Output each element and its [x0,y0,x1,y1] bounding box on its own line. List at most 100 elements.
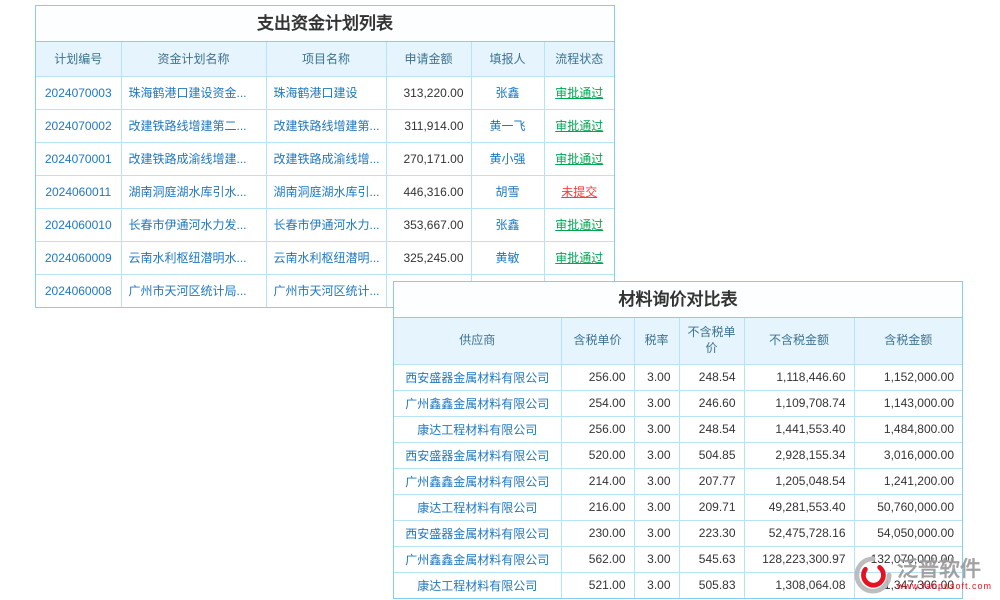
taxed-amount-cell: 1,484,800.00 [854,416,962,442]
apply-amount-cell: 325,245.00 [386,241,471,274]
supplier-cell[interactable]: 西安盛器金属材料有限公司 [394,520,561,546]
untaxed-amount-cell: 52,475,728.16 [744,520,854,546]
taxed-unit-price-cell: 256.00 [561,364,634,390]
material-header-row: 供应商 含税单价 税率 不含税单价 不含税金额 含税金额 [394,318,962,364]
col-header-flow-status: 流程状态 [544,42,614,76]
tax-rate-cell: 3.00 [634,520,679,546]
table-row: 广州鑫鑫金属材料有限公司254.003.00246.601,109,708.74… [394,390,962,416]
fund-plan-table-body: 2024070003珠海鹤港口建设资金...珠海鹤港口建设313,220.00张… [36,76,614,307]
project-name-cell[interactable]: 广州市天河区统计... [266,274,386,307]
untaxed-amount-cell: 1,109,708.74 [744,390,854,416]
project-name-cell[interactable]: 湖南洞庭湖水库引... [266,175,386,208]
untaxed-unit-price-cell: 545.63 [679,546,744,572]
untaxed-amount-cell: 1,441,553.40 [744,416,854,442]
plan-id-cell[interactable]: 2024070003 [36,76,121,109]
table-row: 2024060009云南水利枢纽潜明水...云南水利枢纽潜明...325,245… [36,241,614,274]
col-header-plan-id: 计划编号 [36,42,121,76]
fanpu-watermark-text: 泛普软件 www.fanpusoft.com [897,559,992,591]
plan-id-cell[interactable]: 2024060008 [36,274,121,307]
project-name-cell[interactable]: 长春市伊通河水力... [266,208,386,241]
supplier-cell[interactable]: 西安盛器金属材料有限公司 [394,442,561,468]
fund-plan-panel: 支出资金计划列表 计划编号 资金计划名称 项目名称 申请金额 填报人 流程状态 … [35,5,615,308]
supplier-cell[interactable]: 广州鑫鑫金属材料有限公司 [394,390,561,416]
fund-plan-name-cell[interactable]: 湖南洞庭湖水库引水... [121,175,266,208]
taxed-amount-cell: 1,143,000.00 [854,390,962,416]
untaxed-unit-price-cell: 248.54 [679,416,744,442]
untaxed-unit-price-cell: 505.83 [679,572,744,598]
fanpu-brand-name: 泛普软件 [897,559,992,581]
apply-amount-cell: 270,171.00 [386,142,471,175]
fanpu-logo-icon [854,556,892,594]
plan-id-cell[interactable]: 2024070001 [36,142,121,175]
fund-plan-name-cell[interactable]: 珠海鹤港口建设资金... [121,76,266,109]
table-row: 2024070003珠海鹤港口建设资金...珠海鹤港口建设313,220.00张… [36,76,614,109]
reporter-cell[interactable]: 黄小强 [471,142,544,175]
status-cell[interactable]: 审批通过 [544,142,614,175]
status-cell[interactable]: 审批通过 [544,109,614,142]
status-cell[interactable]: 审批通过 [544,208,614,241]
status-link[interactable]: 审批通过 [555,86,603,100]
taxed-amount-cell: 54,050,000.00 [854,520,962,546]
taxed-unit-price-cell: 214.00 [561,468,634,494]
taxed-unit-price-cell: 216.00 [561,494,634,520]
status-link[interactable]: 审批通过 [555,218,603,232]
taxed-unit-price-cell: 256.00 [561,416,634,442]
plan-id-cell[interactable]: 2024060009 [36,241,121,274]
reporter-cell[interactable]: 张鑫 [471,76,544,109]
status-link[interactable]: 审批通过 [555,152,603,166]
fund-plan-name-cell[interactable]: 云南水利枢纽潜明水... [121,241,266,274]
tax-rate-cell: 3.00 [634,416,679,442]
untaxed-amount-cell: 2,928,155.34 [744,442,854,468]
plan-id-cell[interactable]: 2024060010 [36,208,121,241]
reporter-cell[interactable]: 黄敏 [471,241,544,274]
supplier-cell[interactable]: 广州鑫鑫金属材料有限公司 [394,546,561,572]
supplier-cell[interactable]: 康达工程材料有限公司 [394,494,561,520]
taxed-unit-price-cell: 254.00 [561,390,634,416]
untaxed-unit-price-cell: 248.54 [679,364,744,390]
status-link[interactable]: 审批通过 [555,251,603,265]
col-header-untaxed-unit-price: 不含税单价 [679,318,744,364]
tax-rate-cell: 3.00 [634,546,679,572]
supplier-cell[interactable]: 康达工程材料有限公司 [394,416,561,442]
supplier-cell[interactable]: 广州鑫鑫金属材料有限公司 [394,468,561,494]
tax-rate-cell: 3.00 [634,572,679,598]
plan-id-cell[interactable]: 2024070002 [36,109,121,142]
project-name-cell[interactable]: 改建铁路线增建第... [266,109,386,142]
table-row: 2024070002改建铁路线增建第二...改建铁路线增建第...311,914… [36,109,614,142]
status-cell[interactable]: 审批通过 [544,241,614,274]
status-link[interactable]: 审批通过 [555,119,603,133]
fund-plan-name-cell[interactable]: 广州市天河区统计局... [121,274,266,307]
col-header-fund-name: 资金计划名称 [121,42,266,76]
plan-id-cell[interactable]: 2024060011 [36,175,121,208]
reporter-cell[interactable]: 胡雪 [471,175,544,208]
status-cell[interactable]: 未提交 [544,175,614,208]
status-link[interactable]: 未提交 [561,185,597,199]
reporter-cell[interactable]: 黄一飞 [471,109,544,142]
untaxed-unit-price-cell: 223.30 [679,520,744,546]
table-row: 西安盛器金属材料有限公司520.003.00504.852,928,155.34… [394,442,962,468]
project-name-cell[interactable]: 云南水利枢纽潜明... [266,241,386,274]
table-row: 2024070001改建铁路成渝线增建...改建铁路成渝线增...270,171… [36,142,614,175]
reporter-cell[interactable]: 张鑫 [471,208,544,241]
project-name-cell[interactable]: 珠海鹤港口建设 [266,76,386,109]
fund-plan-name-cell[interactable]: 改建铁路线增建第二... [121,109,266,142]
fund-plan-name-cell[interactable]: 改建铁路成渝线增建... [121,142,266,175]
taxed-unit-price-cell: 520.00 [561,442,634,468]
untaxed-amount-cell: 1,308,064.08 [744,572,854,598]
supplier-cell[interactable]: 西安盛器金属材料有限公司 [394,364,561,390]
status-cell[interactable]: 审批通过 [544,76,614,109]
fund-plan-name-cell[interactable]: 长春市伊通河水力发... [121,208,266,241]
col-header-untaxed-amount: 不含税金额 [744,318,854,364]
taxed-unit-price-cell: 230.00 [561,520,634,546]
apply-amount-cell: 353,667.00 [386,208,471,241]
col-header-project-name: 项目名称 [266,42,386,76]
material-compare-panel: 材料询价对比表 供应商 含税单价 税率 不含税单价 不含税金额 含税金额 西安盛… [393,281,963,599]
untaxed-unit-price-cell: 209.71 [679,494,744,520]
taxed-amount-cell: 1,152,000.00 [854,364,962,390]
project-name-cell[interactable]: 改建铁路成渝线增... [266,142,386,175]
fanpu-website-url: www.fanpusoft.com [897,581,992,591]
untaxed-amount-cell: 1,205,048.54 [744,468,854,494]
supplier-cell[interactable]: 康达工程材料有限公司 [394,572,561,598]
untaxed-unit-price-cell: 207.77 [679,468,744,494]
taxed-unit-price-cell: 521.00 [561,572,634,598]
